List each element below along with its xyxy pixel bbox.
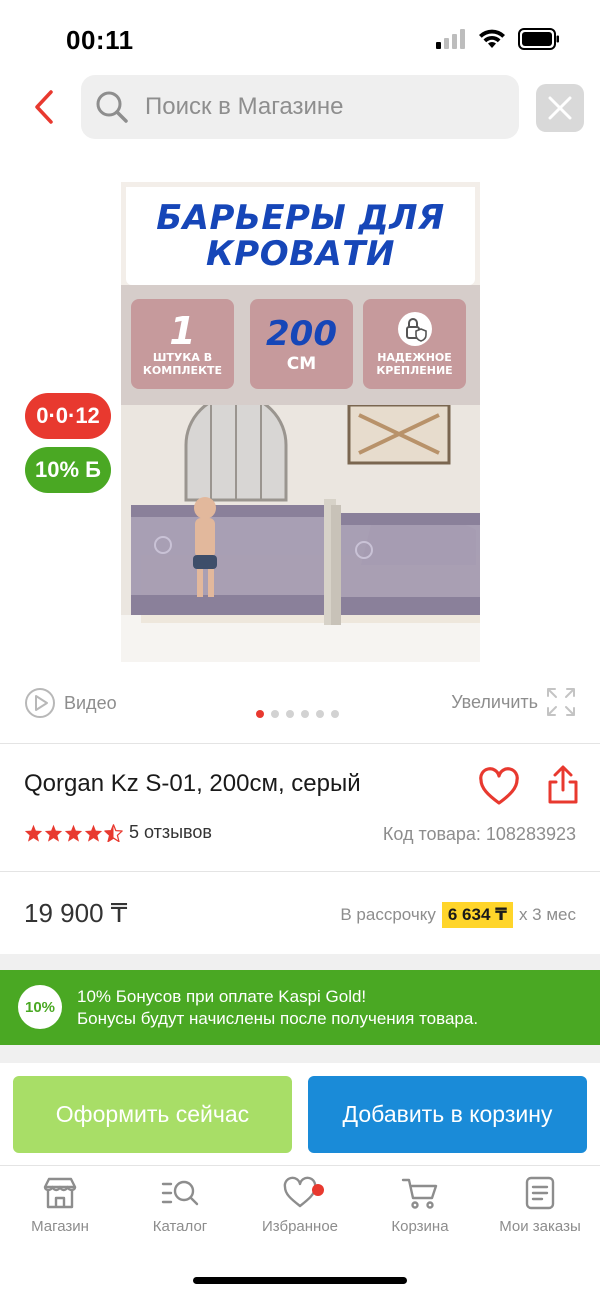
status-time: 00:11	[66, 25, 134, 55]
signal-icon	[436, 29, 465, 49]
carousel-dot[interactable]	[256, 710, 264, 718]
store-icon	[43, 1177, 77, 1209]
product-price: 19 900 ₸	[24, 898, 128, 928]
bonus-line-1: 10% Бонусов при оплате Kaspi Gold!	[77, 987, 367, 1006]
tab-label: Избранное	[261, 1218, 339, 1235]
share-button[interactable]	[546, 764, 580, 806]
star-icon	[64, 824, 83, 842]
feature-quantity-label: ШТУКА В КОМПЛЕКТЕ	[142, 351, 223, 377]
star-icon	[84, 824, 103, 842]
feature-mount-label: НАДЕЖНОЕ КРЕПЛЕНИЕ	[376, 351, 453, 377]
tab-label: Мои заказы	[499, 1218, 581, 1235]
favorite-button[interactable]	[478, 767, 520, 807]
half-star-icon	[104, 823, 123, 842]
tab-favorites[interactable]: Избранное	[240, 1176, 360, 1235]
image-features-band: 1 ШТУКА В КОМПЛЕКТЕ 200 СМ НАДЕЖНОЕ КРЕП…	[121, 285, 480, 405]
tab-catalog[interactable]: Каталог	[120, 1176, 240, 1235]
carousel-dot[interactable]	[286, 710, 294, 718]
heart-icon	[479, 767, 519, 805]
chevron-left-icon	[35, 90, 53, 124]
carousel-dot[interactable]	[316, 710, 324, 718]
notification-dot	[312, 1184, 324, 1196]
zoom-label: Увеличить	[451, 691, 538, 712]
tab-label: Магазин	[31, 1218, 89, 1235]
expand-icon	[547, 688, 575, 716]
carousel-dot[interactable]	[271, 710, 279, 718]
catalog-search-icon	[161, 1180, 199, 1206]
carousel-dots	[256, 710, 339, 718]
rating-row: 5 отзывов	[24, 822, 212, 843]
media-row: Видео Увеличить	[0, 684, 600, 724]
tab-store[interactable]: Магазин	[0, 1176, 120, 1235]
add-to-cart-button[interactable]: Добавить в корзину	[308, 1076, 587, 1153]
image-title-band: БАРЬЕРЫ ДЛЯ КРОВАТИ	[126, 187, 475, 285]
zoom-button[interactable]: Увеличить	[451, 687, 576, 717]
product-code: Код товара: 108283923	[382, 824, 576, 844]
tab-label: Корзина	[391, 1218, 449, 1235]
divider	[0, 871, 600, 872]
order-now-button[interactable]: Оформить сейчас	[13, 1076, 292, 1153]
installment-prefix: В рассрочку	[340, 905, 436, 924]
product-image[interactable]: БАРЬЕРЫ ДЛЯ КРОВАТИ 1 ШТУКА В КОМПЛЕКТЕ …	[121, 182, 480, 662]
tab-orders[interactable]: Мои заказы	[480, 1176, 600, 1235]
lock-shield-icon	[397, 312, 432, 346]
feature-length: 200 СМ	[250, 299, 353, 389]
search-row: Поиск в Магазине	[0, 75, 600, 139]
wifi-icon	[479, 29, 505, 48]
bottom-tab-bar: Магазин Каталог Избранное Корзина Мои за…	[0, 1165, 600, 1255]
product-photo	[121, 393, 480, 662]
installment-amount: 6 634 ₸	[441, 902, 513, 928]
feature-quantity: 1 ШТУКА В КОМПЛЕКТЕ	[131, 299, 234, 389]
status-bar: 00:11	[0, 0, 600, 80]
section-separator	[0, 954, 600, 970]
installment-info[interactable]: В рассрочку 6 634 ₸ х 3 мес	[340, 902, 576, 928]
carousel-dot[interactable]	[301, 710, 309, 718]
share-icon	[548, 765, 578, 804]
image-title: БАРЬЕРЫ ДЛЯ КРОВАТИ	[156, 198, 445, 274]
search-icon	[96, 91, 128, 123]
carousel-dot[interactable]	[331, 710, 339, 718]
bonus-line-2: Бонусы будут начислены после получения т…	[77, 1009, 479, 1028]
close-icon	[548, 96, 572, 120]
video-label: Видео	[64, 692, 117, 713]
search-input[interactable]: Поиск в Магазине	[81, 75, 519, 139]
installment-suffix: х 3 мес	[518, 905, 576, 924]
search-placeholder: Поиск в Магазине	[145, 93, 344, 120]
back-button[interactable]	[26, 85, 62, 129]
divider	[0, 743, 600, 744]
star-icon	[24, 824, 43, 842]
orders-icon	[525, 1176, 555, 1210]
tab-cart[interactable]: Корзина	[360, 1176, 480, 1235]
tab-label: Каталог	[152, 1218, 208, 1235]
bonus-percent-badge: 10%	[18, 985, 62, 1029]
age-badge: 0·0·12	[25, 393, 111, 439]
section-separator	[0, 1045, 600, 1063]
feature-length-unit: СМ	[286, 354, 317, 374]
feature-quantity-value: 1	[169, 309, 196, 353]
feature-length-value: 200	[266, 314, 337, 354]
cart-icon	[401, 1178, 438, 1209]
battery-icon	[518, 28, 559, 50]
bed-rail-illustration	[121, 393, 480, 662]
star-icon	[44, 824, 63, 842]
feature-mount: НАДЕЖНОЕ КРЕПЛЕНИЕ	[363, 299, 466, 389]
reviews-link[interactable]: 5 отзывов	[129, 822, 212, 843]
status-icons	[436, 28, 560, 50]
home-indicator	[193, 1277, 407, 1284]
bonus-badge: 10% Б	[25, 447, 111, 493]
bonus-banner[interactable]: 10% 10% Бонусов при оплате Kaspi Gold! Б…	[0, 970, 600, 1045]
bonus-text: 10% Бонусов при оплате Kaspi Gold! Бонус…	[77, 986, 478, 1030]
close-button[interactable]	[536, 84, 584, 132]
product-title: Qorgan Kz S-01, 200см, серый	[24, 770, 361, 797]
rating-stars	[24, 823, 123, 842]
play-circle-icon	[25, 688, 55, 718]
video-button[interactable]: Видео	[24, 687, 117, 719]
